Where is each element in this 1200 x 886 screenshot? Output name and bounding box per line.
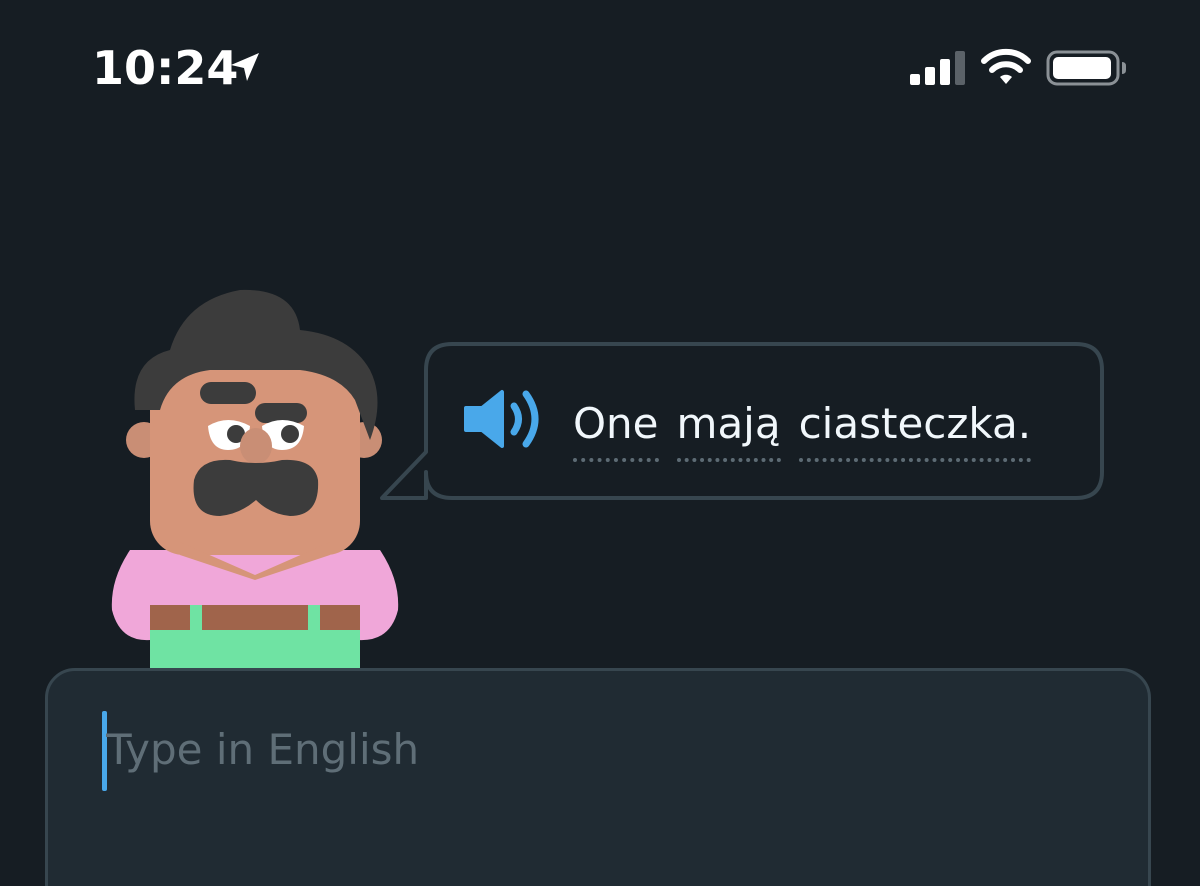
speaker-icon[interactable] — [460, 386, 546, 452]
wifi-icon — [981, 48, 1031, 84]
answer-panel[interactable] — [45, 668, 1151, 886]
prompt-sentence: One mają ciasteczka. — [573, 396, 1032, 462]
answer-input[interactable] — [106, 709, 1106, 789]
prompt-word[interactable]: ciasteczka. — [798, 396, 1032, 462]
status-time: 10:24 — [92, 41, 239, 95]
location-arrow-icon — [231, 53, 259, 81]
lesson-screen: 10:24 One mają ciasteczka. Type in Engli… — [0, 0, 1200, 886]
battery-icon — [1046, 50, 1126, 86]
character-illustration — [111, 289, 399, 670]
prompt-word[interactable]: mają — [676, 396, 781, 462]
cellular-signal-icon — [910, 51, 965, 85]
prompt-word[interactable]: One — [573, 396, 659, 462]
